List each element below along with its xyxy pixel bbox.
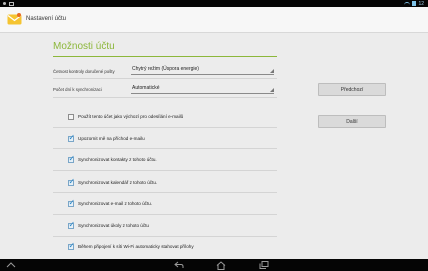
home-icon[interactable] bbox=[214, 260, 228, 270]
dropdown-arrow-icon bbox=[270, 88, 274, 92]
action-bar: Nastavení účtu bbox=[0, 7, 428, 33]
divider bbox=[53, 148, 277, 149]
divider bbox=[53, 78, 277, 79]
sync-tasks-checkbox[interactable] bbox=[68, 220, 75, 229]
wifi-attachments-label: Během připojení k síti Wi-Fi automaticky… bbox=[78, 244, 194, 249]
sync-days-value: Automatické bbox=[132, 85, 160, 91]
default-account-label: Použít tento účet jako výchozí pro odesí… bbox=[78, 114, 184, 119]
home-up-icon[interactable] bbox=[4, 260, 18, 270]
sync-email-checkbox[interactable] bbox=[68, 198, 75, 207]
divider bbox=[53, 127, 277, 128]
check-frequency-spinner[interactable]: Chytrý režim (Úspora energie) bbox=[131, 64, 274, 75]
wifi-attachments-checkbox-row[interactable]: Během připojení k síti Wi-Fi automaticky… bbox=[68, 241, 194, 251]
sync-calendar-checkbox[interactable] bbox=[68, 177, 75, 186]
sync-days-label: Počet dní k synchronizaci bbox=[53, 87, 102, 92]
account-settings-panel: Možnosti účtu Četnost kontroly doručené … bbox=[0, 33, 428, 259]
divider bbox=[53, 214, 277, 215]
divider bbox=[53, 97, 277, 98]
status-bar: 12 bbox=[0, 0, 428, 7]
divider bbox=[53, 170, 277, 171]
dropdown-arrow-icon bbox=[270, 69, 274, 73]
default-account-checkbox-row[interactable]: Použít tento účet jako výchozí pro odesí… bbox=[68, 112, 183, 121]
sync-tasks-checkbox-row[interactable]: Synchronizovat úkoly z tohoto účtu bbox=[68, 220, 149, 230]
recent-apps-icon[interactable] bbox=[257, 260, 271, 270]
section-title-underline bbox=[53, 56, 277, 57]
divider bbox=[53, 192, 277, 193]
sync-tasks-label: Synchronizovat úkoly z tohoto účtu bbox=[78, 223, 149, 228]
image-notification-icon bbox=[9, 1, 14, 6]
sync-contacts-checkbox-row[interactable]: Synchronizovat kontakty z tohoto účtu. bbox=[68, 154, 157, 164]
check-frequency-value: Chytrý režim (Úspora energie) bbox=[132, 66, 199, 72]
sync-email-label: Synchronizovat e-mail z tohoto účtu. bbox=[78, 201, 153, 206]
notify-email-checkbox-row[interactable]: Upozornit mě na příchod e-mailu bbox=[68, 133, 145, 143]
sync-calendar-label: Synchronizovat kalendář z tohoto účtu. bbox=[78, 180, 158, 185]
sync-contacts-label: Synchronizovat kontakty z tohoto účtu. bbox=[78, 157, 157, 162]
wifi-icon bbox=[404, 1, 411, 6]
default-account-checkbox[interactable] bbox=[68, 113, 74, 120]
status-time: 12 bbox=[418, 0, 424, 7]
previous-button[interactable]: Předchozí bbox=[318, 83, 386, 96]
notify-email-checkbox[interactable] bbox=[68, 133, 75, 142]
check-frequency-label: Četnost kontroly doručené pošty bbox=[53, 69, 115, 74]
next-button[interactable]: Další bbox=[318, 115, 386, 128]
notification-icons bbox=[3, 1, 14, 6]
sync-email-checkbox-row[interactable]: Synchronizovat e-mail z tohoto účtu. bbox=[68, 198, 153, 208]
system-icons: 12 bbox=[404, 0, 424, 7]
sync-days-spinner[interactable]: Automatické bbox=[131, 83, 274, 94]
sync-contacts-checkbox[interactable] bbox=[68, 154, 75, 163]
email-app-icon[interactable] bbox=[7, 12, 22, 27]
wifi-attachments-checkbox[interactable] bbox=[68, 241, 75, 250]
sync-calendar-checkbox-row[interactable]: Synchronizovat kalendář z tohoto účtu. bbox=[68, 177, 158, 187]
section-title: Možnosti účtu bbox=[53, 41, 115, 52]
battery-icon bbox=[412, 1, 417, 6]
divider bbox=[53, 236, 277, 237]
back-icon[interactable] bbox=[172, 260, 186, 270]
navigation-bar bbox=[0, 259, 428, 271]
notification-dot-icon bbox=[3, 2, 6, 5]
notify-email-label: Upozornit mě na příchod e-mailu bbox=[78, 136, 145, 141]
action-bar-title: Nastavení účtu bbox=[26, 16, 67, 22]
